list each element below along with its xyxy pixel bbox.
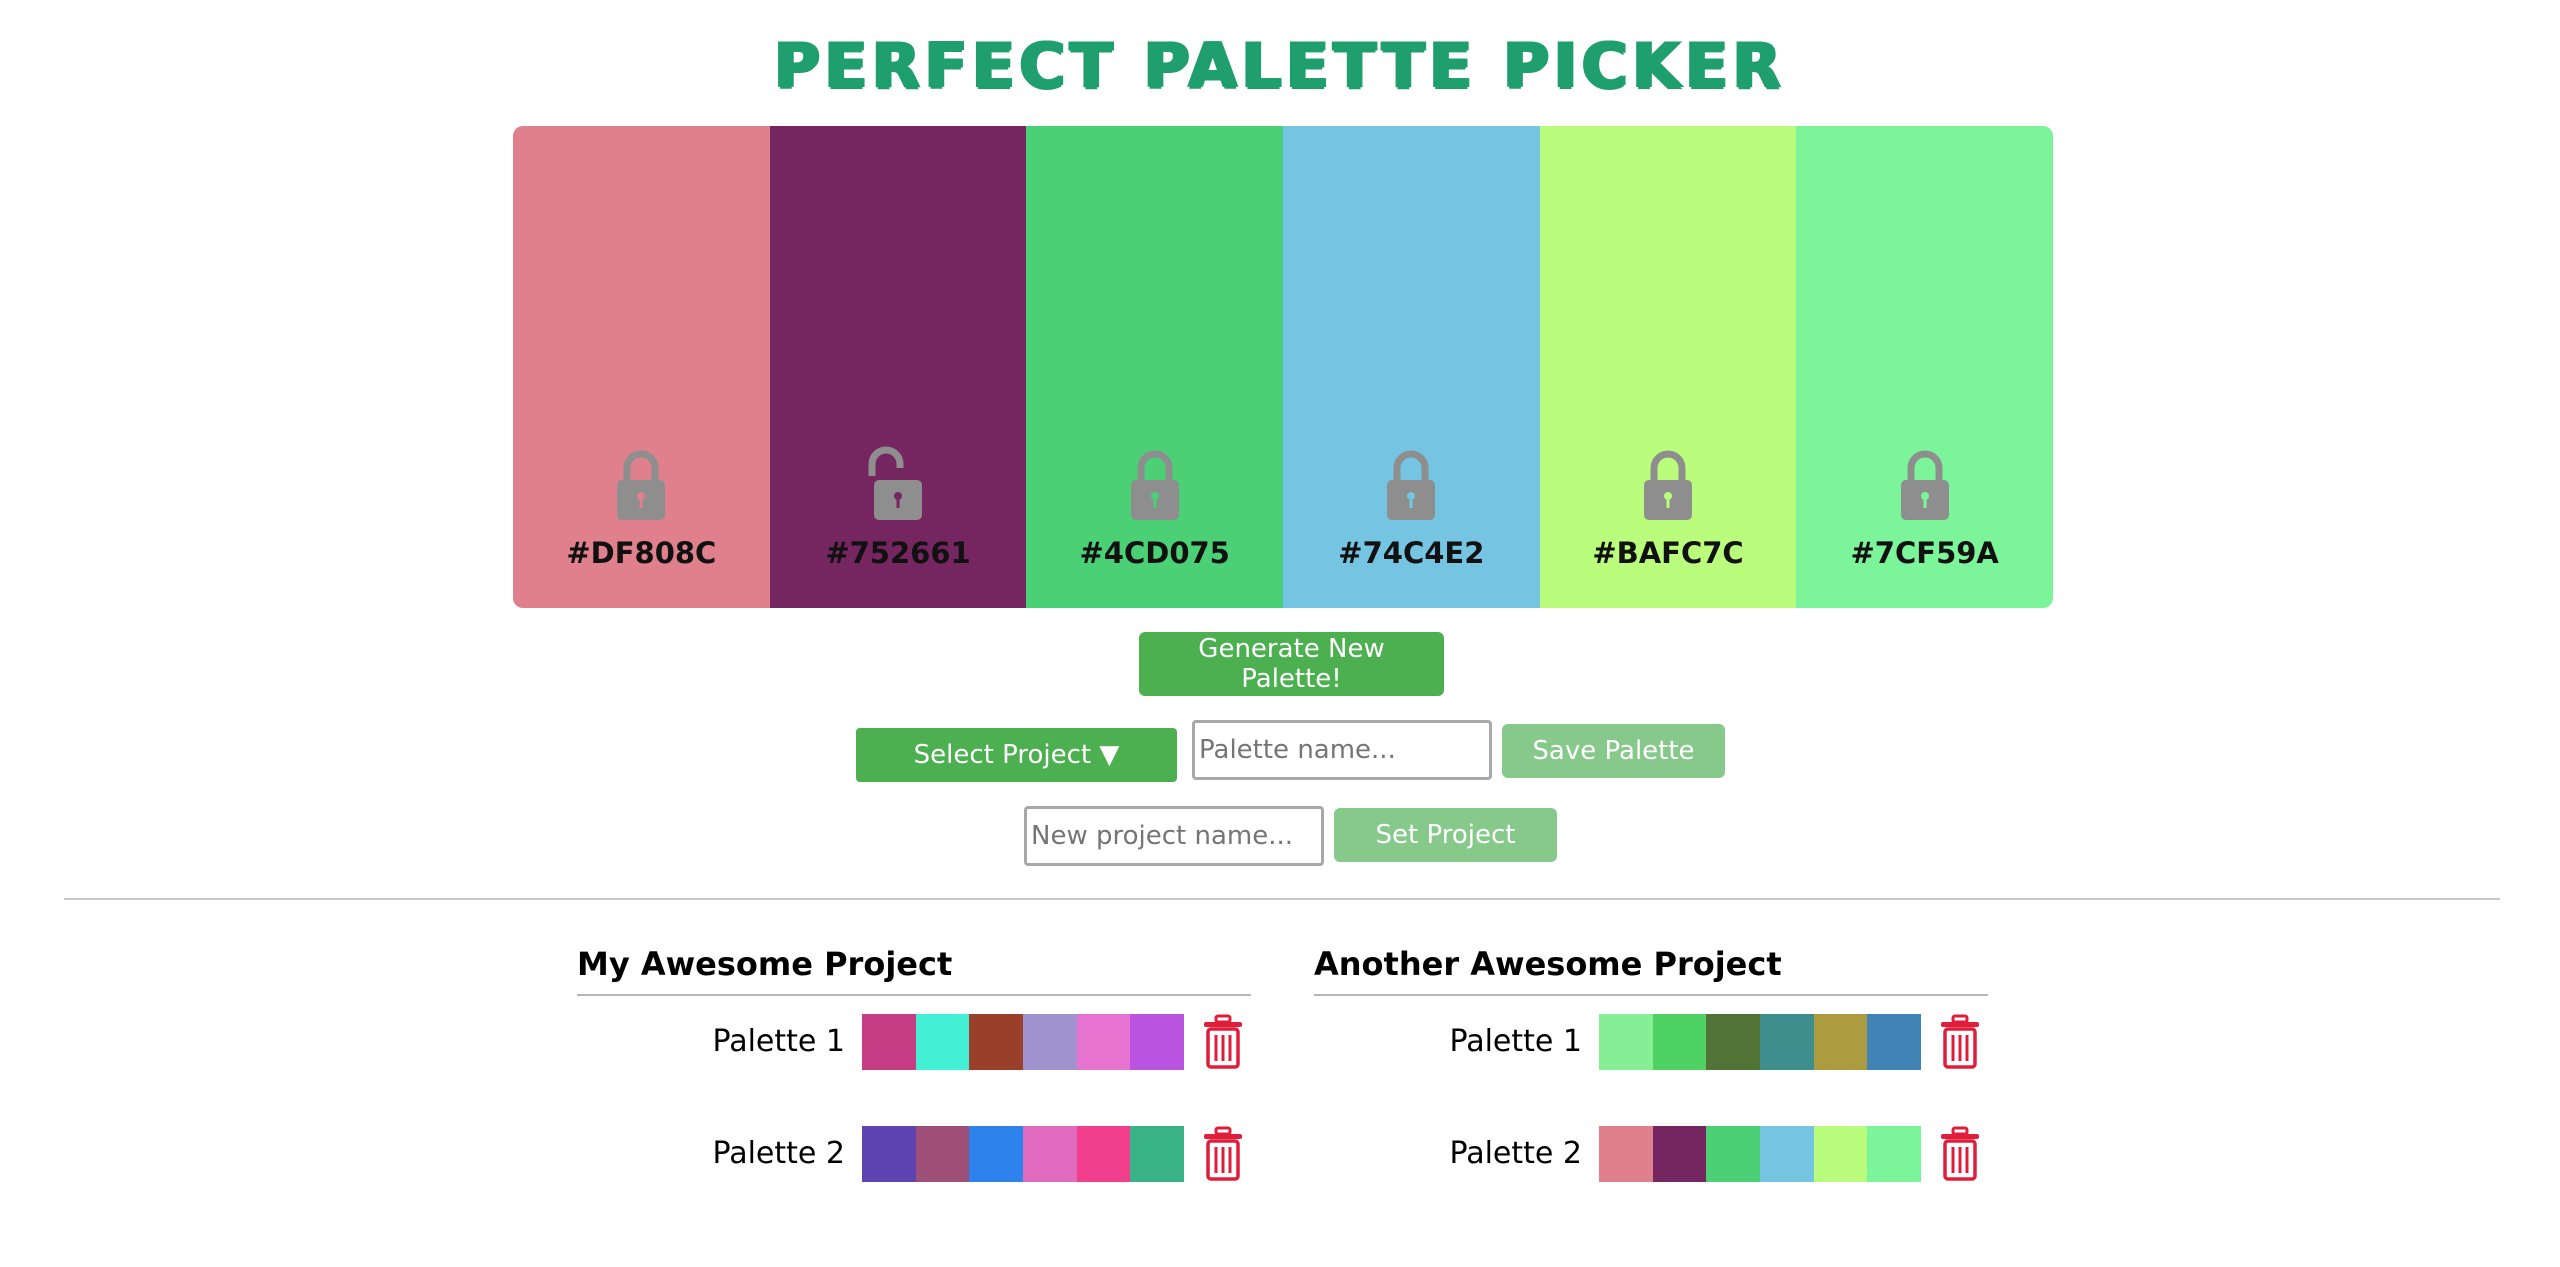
new-project-input[interactable] bbox=[1024, 806, 1324, 866]
swatch-hex: #752661 bbox=[825, 536, 971, 570]
palette-chips[interactable] bbox=[1599, 1014, 1922, 1070]
unlock-icon[interactable] bbox=[868, 446, 928, 524]
palette-chip bbox=[1813, 1126, 1868, 1182]
palette-name-input[interactable] bbox=[1192, 720, 1492, 780]
palette-chip bbox=[1867, 1014, 1922, 1070]
swatch-2: #752661 bbox=[769, 126, 1027, 608]
trash-icon[interactable] bbox=[1939, 1014, 1981, 1070]
swatch-hex: #DF808C bbox=[566, 536, 717, 570]
project-title: My Awesome Project bbox=[577, 940, 1251, 996]
palette-chip bbox=[1760, 1014, 1814, 1070]
palette-row[interactable]: Palette 2 bbox=[577, 1126, 1251, 1182]
save-palette-button[interactable]: Save Palette bbox=[1502, 724, 1725, 778]
palette-chip bbox=[1867, 1126, 1922, 1182]
lock-icon[interactable] bbox=[611, 446, 671, 524]
palette-chips[interactable] bbox=[1599, 1126, 1922, 1182]
palette-chip bbox=[1652, 1126, 1707, 1182]
palette-chip bbox=[1023, 1126, 1077, 1182]
lock-icon[interactable] bbox=[1638, 446, 1698, 524]
set-project-button[interactable]: Set Project bbox=[1334, 808, 1557, 862]
palette-chip bbox=[1760, 1126, 1814, 1182]
lock-icon[interactable] bbox=[1381, 446, 1441, 524]
palette-chip bbox=[862, 1014, 916, 1070]
palette-chips[interactable] bbox=[862, 1014, 1185, 1070]
swatch-1: #DF808C bbox=[513, 126, 770, 608]
palette-chip bbox=[1706, 1126, 1761, 1182]
lock-icon[interactable] bbox=[1125, 446, 1185, 524]
project-title: Another Awesome Project bbox=[1314, 940, 1988, 996]
swatch-hex: #4CD075 bbox=[1079, 536, 1230, 570]
palette-name: Palette 1 bbox=[712, 1024, 845, 1059]
generate-palette-button[interactable]: Generate New Palette! bbox=[1139, 632, 1444, 696]
palette-chip bbox=[1706, 1014, 1761, 1070]
palette-chip bbox=[915, 1014, 970, 1070]
palette-row[interactable]: Palette 1 bbox=[1314, 1014, 1988, 1070]
select-project-dropdown[interactable]: Select Project ▼ bbox=[856, 728, 1177, 782]
palette-chip bbox=[969, 1126, 1024, 1182]
palette-chip bbox=[1023, 1014, 1077, 1070]
app-title: PERFECT PALETTE PICKER bbox=[0, 26, 2560, 106]
project-card: My Awesome Project Palette 1 Palette 2 bbox=[577, 940, 1251, 1182]
palette-name: Palette 2 bbox=[1449, 1136, 1582, 1171]
swatch-hex: #74C4E2 bbox=[1338, 536, 1485, 570]
swatch-3: #4CD075 bbox=[1026, 126, 1284, 608]
divider bbox=[64, 898, 2500, 900]
swatch-hex: #BAFC7C bbox=[1592, 536, 1744, 570]
swatch-5: #BAFC7C bbox=[1539, 126, 1797, 608]
palette-chip bbox=[969, 1014, 1024, 1070]
palette-chip bbox=[1130, 1126, 1185, 1182]
palette-chip bbox=[915, 1126, 970, 1182]
palette-chip bbox=[1813, 1014, 1868, 1070]
project-card: Another Awesome Project Palette 1 Palett… bbox=[1314, 940, 1988, 1182]
palette-chip bbox=[1076, 1014, 1131, 1070]
palette-chip bbox=[1076, 1126, 1131, 1182]
palette-name: Palette 2 bbox=[712, 1136, 845, 1171]
palette-chips[interactable] bbox=[862, 1126, 1185, 1182]
swatch-6: #7CF59A bbox=[1796, 126, 2053, 608]
trash-icon[interactable] bbox=[1939, 1126, 1981, 1182]
palette-row[interactable]: Palette 2 bbox=[1314, 1126, 1988, 1182]
palette-swatches: #DF808C #752661 #4CD075 #74C4E2 #BAFC7C … bbox=[513, 126, 2053, 608]
palette-chip bbox=[1130, 1014, 1185, 1070]
lock-icon[interactable] bbox=[1895, 446, 1955, 524]
palette-chip bbox=[1652, 1014, 1707, 1070]
palette-row[interactable]: Palette 1 bbox=[577, 1014, 1251, 1070]
palette-chip bbox=[862, 1126, 916, 1182]
trash-icon[interactable] bbox=[1202, 1014, 1244, 1070]
palette-chip bbox=[1599, 1014, 1653, 1070]
app-title-text: PERFECT PALETTE PICKER bbox=[774, 29, 1786, 102]
trash-icon[interactable] bbox=[1202, 1126, 1244, 1182]
swatch-hex: #7CF59A bbox=[1850, 536, 1999, 570]
palette-name: Palette 1 bbox=[1449, 1024, 1582, 1059]
palette-chip bbox=[1599, 1126, 1653, 1182]
swatch-4: #74C4E2 bbox=[1283, 126, 1540, 608]
